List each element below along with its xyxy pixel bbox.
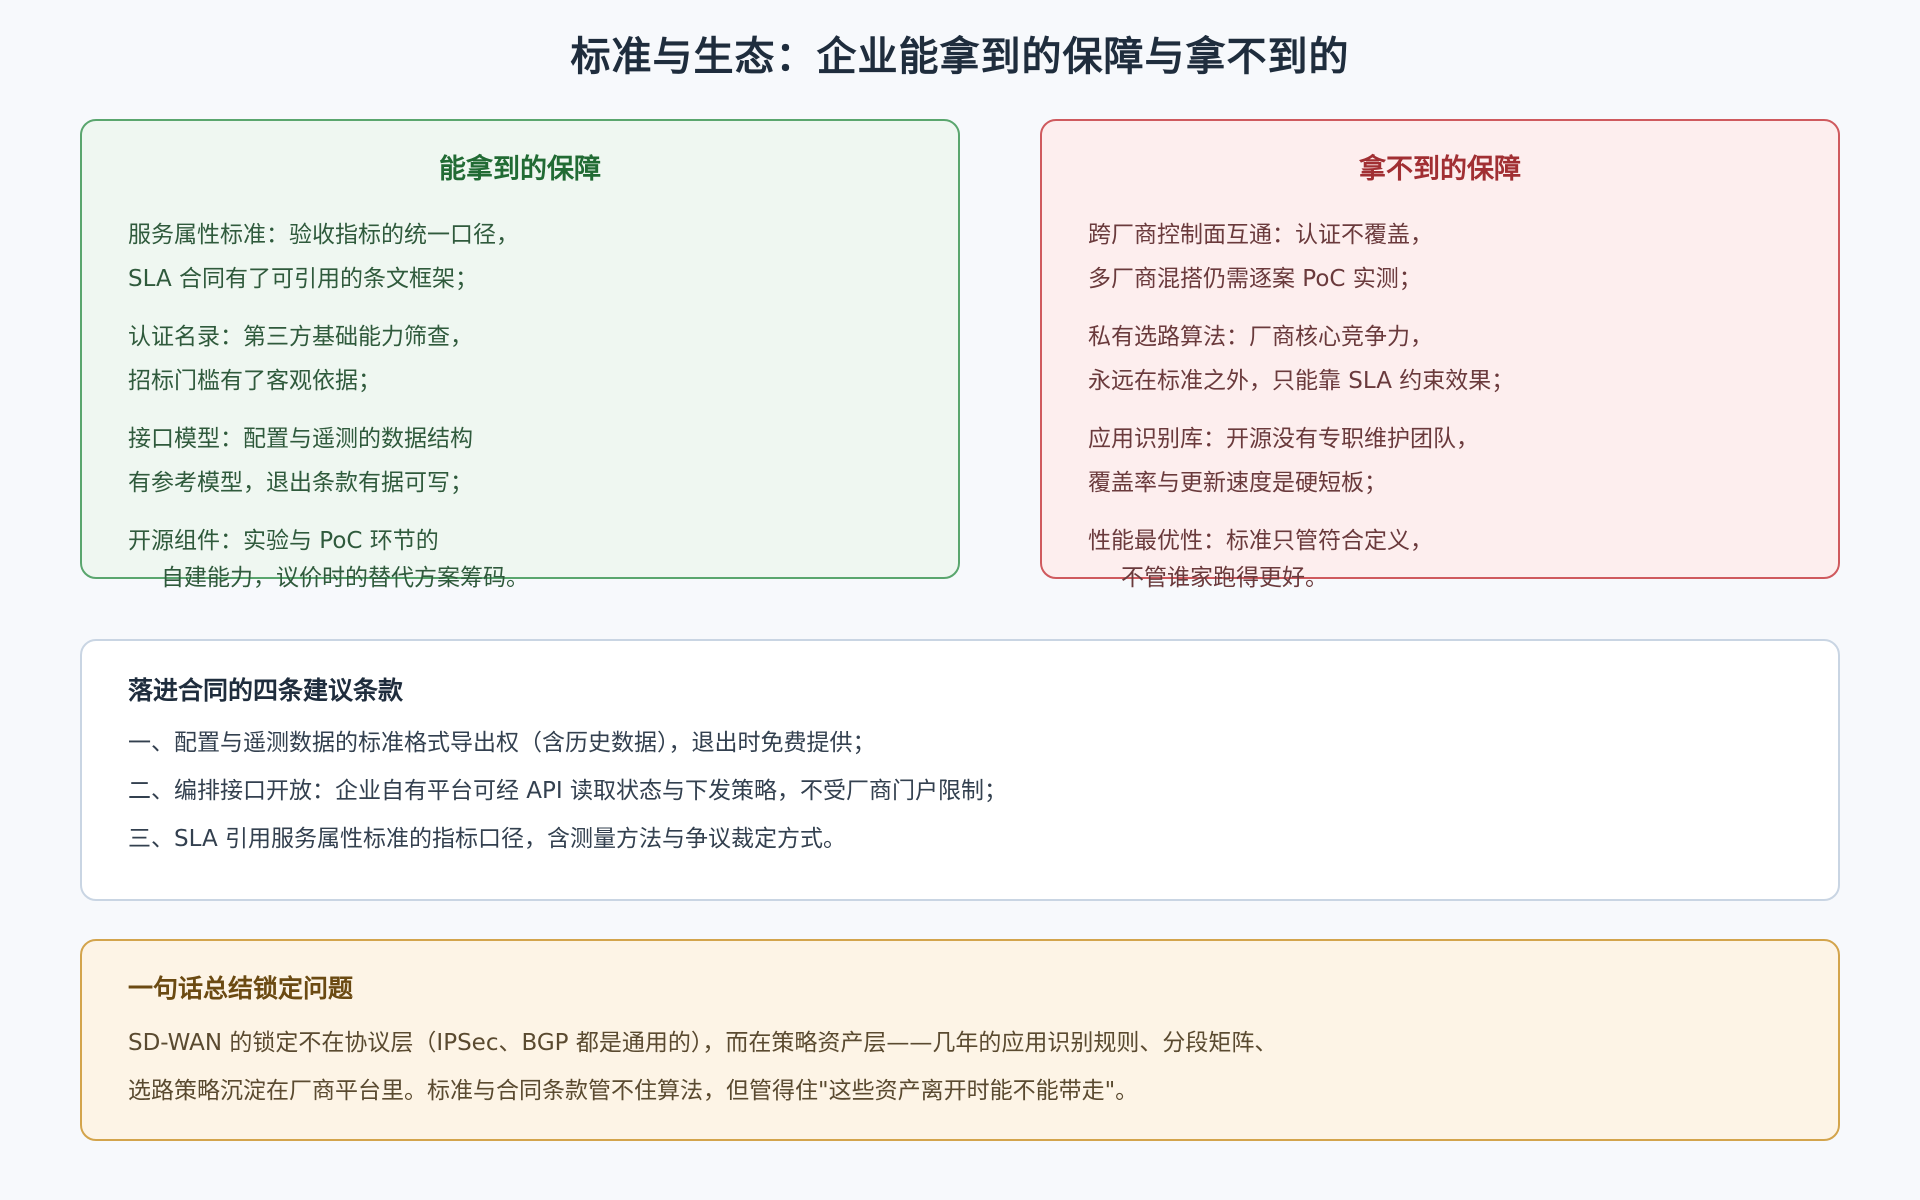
can-get-panel: 能拿到的保障 服务属性标准：验收指标的统一口径， SLA 合同有了可引用的条文框… <box>80 119 960 591</box>
contract-clause: 二、编排接口开放：企业自有平台可经 API 读取状态与下发策略，不受厂商门户限制… <box>128 778 1008 804</box>
item-line: 接口模型：配置与遥测的数据结构 <box>128 426 473 452</box>
item-line: 服务属性标准：验收指标的统一口径， <box>128 222 519 248</box>
page-title: 标准与生态：企业能拿到的保障与拿不到的 <box>570 34 1350 80</box>
summary-line: SD-WAN 的锁定不在协议层（IPSec、BGP 都是通用的），而在策略资产层… <box>128 1030 1278 1056</box>
contract-clauses-panel: 落进合同的四条建议条款 一、配置与遥测数据的标准格式导出权（含历史数据），退出时… <box>80 639 1840 901</box>
cannot-get-panel: 拿不到的保障 跨厂商控制面互通：认证不覆盖， 多厂商混搭仍需逐案 PoC 实测；… <box>1040 119 1840 591</box>
can-get-item: 开源组件：实验与 PoC 环节的 自建能力，议价时的替代方案筹码。 <box>128 519 928 593</box>
item-line: 私有选路算法：厂商核心竞争力， <box>1088 324 1433 350</box>
can-get-item: 认证名录：第三方基础能力筛查， 招标门槛有了客观依据； <box>128 315 928 403</box>
summary-line: 选路策略沉淀在厂商平台里。标准与合同条款管不住算法，但管得住"这些资产离开时能不… <box>128 1078 1139 1104</box>
item-line: 性能最优性：标准只管符合定义， <box>1088 528 1433 554</box>
cannot-get-item: 跨厂商控制面互通：认证不覆盖， 多厂商混搭仍需逐案 PoC 实测； <box>1088 213 1808 301</box>
summary-panel: 一句话总结锁定问题 SD-WAN 的锁定不在协议层（IPSec、BGP 都是通用… <box>80 939 1840 1141</box>
contract-clause: 三、SLA 引用服务属性标准的指标口径，含测量方法与争议裁定方式。 <box>128 826 846 852</box>
can-get-title: 能拿到的保障 <box>439 154 601 185</box>
item-line: 有参考模型，退出条款有据可写； <box>128 470 473 496</box>
contract-clause: 一、配置与遥测数据的标准格式导出权（含历史数据），退出时免费提供； <box>128 730 876 756</box>
can-get-item: 服务属性标准：验收指标的统一口径， SLA 合同有了可引用的条文框架； <box>128 213 928 301</box>
cannot-get-title: 拿不到的保障 <box>1359 154 1521 185</box>
cannot-get-item: 应用识别库：开源没有专职维护团队， 覆盖率与更新速度是硬短板； <box>1088 417 1808 505</box>
item-line: 招标门槛有了客观依据； <box>128 368 381 394</box>
cannot-get-item: 私有选路算法：厂商核心竞争力， 永远在标准之外，只能靠 SLA 约束效果； <box>1088 315 1808 403</box>
item-line: 多厂商混搭仍需逐案 PoC 实测； <box>1088 266 1422 292</box>
item-line: 不管谁家跑得更好。 <box>1121 565 1328 591</box>
item-line: 自建能力，议价时的替代方案筹码。 <box>161 565 529 591</box>
item-line: 应用识别库：开源没有专职维护团队， <box>1088 426 1479 452</box>
item-line: 覆盖率与更新速度是硬短板； <box>1088 470 1387 496</box>
contract-clauses-title: 落进合同的四条建议条款 <box>128 676 404 705</box>
item-line: 开源组件：实验与 PoC 环节的 <box>128 528 439 554</box>
cannot-get-item: 性能最优性：标准只管符合定义， 不管谁家跑得更好。 <box>1088 519 1808 593</box>
item-line: SLA 合同有了可引用的条文框架； <box>128 266 478 292</box>
summary-title: 一句话总结锁定问题 <box>128 974 354 1003</box>
item-line: 跨厂商控制面互通：认证不覆盖， <box>1088 222 1433 248</box>
can-get-item: 接口模型：配置与遥测的数据结构 有参考模型，退出条款有据可写； <box>128 417 928 505</box>
item-line: 认证名录：第三方基础能力筛查， <box>128 324 473 350</box>
item-line: 永远在标准之外，只能靠 SLA 约束效果； <box>1088 368 1515 394</box>
